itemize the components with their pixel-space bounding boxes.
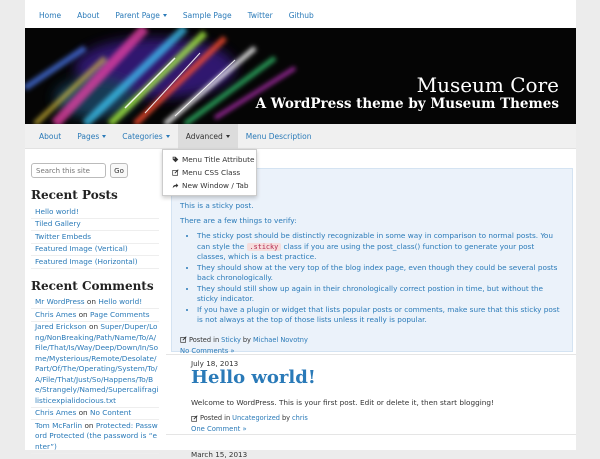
sticky-bullet: If you have a plugin or widget that list… — [197, 305, 564, 326]
meta-category-link[interactable]: Uncategorized — [232, 414, 280, 422]
top-nav-about[interactable]: About — [69, 11, 107, 20]
edit-icon — [191, 414, 198, 422]
meta-author-link[interactable]: chris — [292, 414, 308, 422]
main-navigation: About Pages Categories Advanced Menu Des… — [25, 123, 576, 149]
recent-comment-item: Tom McFarlin on Protected: Password Prot… — [31, 420, 159, 454]
sticky-bullet: The sticky post should be distinctly rec… — [197, 231, 564, 263]
dropdown-item-new-window-tab[interactable]: New Window / Tab — [163, 179, 256, 192]
top-nav-home[interactable]: Home — [31, 11, 69, 20]
main-nav-menu-description-label: Menu Description — [245, 131, 312, 141]
caret-down-icon — [225, 134, 230, 138]
comment-post-link[interactable]: No Content — [90, 408, 131, 417]
sticky-post-intro: This is a sticky post. — [180, 201, 254, 210]
post-divider — [166, 434, 576, 435]
site-header-banner[interactable]: Museum Core A WordPress theme by Museum … — [25, 28, 576, 124]
caret-down-icon — [102, 134, 107, 138]
meta-posted-in: Posted in — [189, 335, 220, 344]
comment-post-link[interactable]: Page Comments — [90, 310, 150, 319]
advanced-dropdown-menu: Menu Title Attribute Menu CSS Class New … — [162, 149, 257, 196]
post-meta: Posted in Uncategorized by chris — [191, 414, 571, 422]
meta-category-link[interactable]: Sticky — [221, 336, 241, 344]
meta-by: by — [242, 335, 251, 344]
top-nav-parent-page[interactable]: Parent Page — [107, 11, 175, 20]
main-nav-advanced-label: Advanced — [185, 131, 223, 141]
post-title[interactable]: Hello world! — [191, 368, 571, 388]
main-nav-categories[interactable]: Categories — [114, 124, 177, 149]
recent-comment-item: Mr WordPress on Hello world! — [31, 297, 159, 309]
dropdown-item-label: Menu CSS Class — [182, 168, 241, 177]
comment-on-text: on — [78, 408, 88, 417]
comment-author-link[interactable]: Tom McFarlin — [35, 421, 82, 430]
post-divider — [166, 354, 576, 355]
main-nav-about-label: About — [39, 131, 62, 141]
sticky-bullet: They should still show up again in their… — [197, 284, 564, 305]
recent-posts-title: Recent Posts — [31, 188, 118, 202]
top-nav-sample-page[interactable]: Sample Page — [175, 11, 240, 20]
main-nav-pages-label: Pages — [77, 131, 100, 141]
edit-icon — [180, 336, 187, 343]
recent-post-link[interactable]: Twitter Embeds — [31, 231, 159, 244]
meta-by: by — [281, 414, 291, 422]
page: Home About Parent Page Sample Page Twitt… — [25, 0, 576, 459]
dropdown-item-label: New Window / Tab — [182, 181, 249, 190]
sticky-post-meta: Posted in Sticky by Michael Novotny — [180, 336, 564, 344]
recent-comments-title: Recent Comments — [31, 278, 154, 293]
recent-comments-list: Mr WordPress on Hello world! Chris Ames … — [31, 297, 159, 454]
top-navigation: Home About Parent Page Sample Page Twitt… — [25, 0, 576, 30]
recent-comment-item: Chris Ames on Page Comments — [31, 309, 159, 322]
comment-post-link[interactable]: Super/Duper/Long/NonBreaking/Path/Name/T… — [35, 322, 159, 405]
dropdown-item-menu-css-class[interactable]: Menu CSS Class — [163, 166, 256, 179]
comment-author-link[interactable]: Mr WordPress — [35, 297, 85, 306]
post-hello-world: July 18, 2013 Hello world! Welcome to Wo… — [191, 359, 571, 459]
recent-posts-list: Hello world! Tiled Gallery Twitter Embed… — [31, 206, 159, 269]
recent-post-link[interactable]: Featured Image (Vertical) — [31, 244, 159, 256]
site-description: A WordPress theme by Museum Themes — [255, 96, 559, 112]
main-nav-pages[interactable]: Pages — [69, 124, 114, 149]
recent-post-link[interactable]: Tiled Gallery — [31, 219, 159, 231]
sticky-post-bullets: The sticky post should be distinctly rec… — [180, 231, 564, 326]
search-go-button[interactable]: Go — [110, 163, 128, 178]
sticky-class-code: .sticky — [246, 242, 282, 251]
tag-icon — [172, 156, 179, 163]
next-post-date: March 15, 2013 — [191, 450, 248, 459]
comment-author-link[interactable]: Jared Erickson — [35, 322, 87, 331]
dropdown-item-label: Menu Title Attribute — [182, 155, 255, 164]
comment-author-link[interactable]: Chris Ames — [35, 408, 76, 417]
meta-author-link[interactable]: Michael Novotny — [253, 336, 308, 344]
post-comments-link[interactable]: One Comment » — [191, 425, 571, 433]
comment-author-link[interactable]: Chris Ames — [35, 310, 76, 319]
top-nav-github[interactable]: Github — [281, 11, 322, 20]
main-nav-about[interactable]: About — [31, 124, 69, 149]
search-form: Go — [31, 163, 159, 178]
top-nav-twitter[interactable]: Twitter — [240, 11, 281, 20]
top-nav-parent-page-label: Parent Page — [115, 10, 160, 20]
post-body: Welcome to WordPress. This is your first… — [191, 398, 494, 407]
recent-comment-item: Chris Ames on No Content — [31, 408, 159, 420]
comment-on-text: on — [84, 420, 94, 430]
main-nav-menu-description[interactable]: Menu Description — [238, 124, 320, 149]
comment-on-text: on — [78, 309, 88, 319]
main-nav-advanced[interactable]: Advanced — [177, 123, 238, 149]
search-input[interactable] — [31, 163, 106, 178]
meta-posted-in: Posted in — [200, 414, 231, 422]
recent-post-link[interactable]: Featured Image (Horizontal) — [31, 256, 159, 269]
comment-on-text: on — [86, 297, 96, 306]
edit-icon — [172, 169, 179, 176]
recent-comment-item: Jared Erickson on Super/Duper/Long/NonBr… — [31, 322, 159, 408]
site-title[interactable]: Museum Core — [417, 73, 559, 97]
comment-post-link[interactable]: Hello world! — [98, 297, 142, 306]
sticky-post-lead: There are a few things to verify: — [180, 216, 297, 225]
caret-down-icon — [162, 14, 167, 17]
comment-on-text: on — [89, 322, 99, 331]
recent-post-link[interactable]: Hello world! — [31, 206, 159, 219]
sticky-bullet: They should show at the very top of the … — [197, 263, 564, 284]
caret-down-icon — [165, 134, 170, 138]
main-nav-categories-label: Categories — [122, 131, 163, 141]
share-arrow-icon — [172, 183, 179, 189]
sidebar: Go Recent Posts Hello world! Tiled Galle… — [31, 163, 159, 454]
dropdown-item-menu-title-attribute[interactable]: Menu Title Attribute — [163, 153, 256, 166]
